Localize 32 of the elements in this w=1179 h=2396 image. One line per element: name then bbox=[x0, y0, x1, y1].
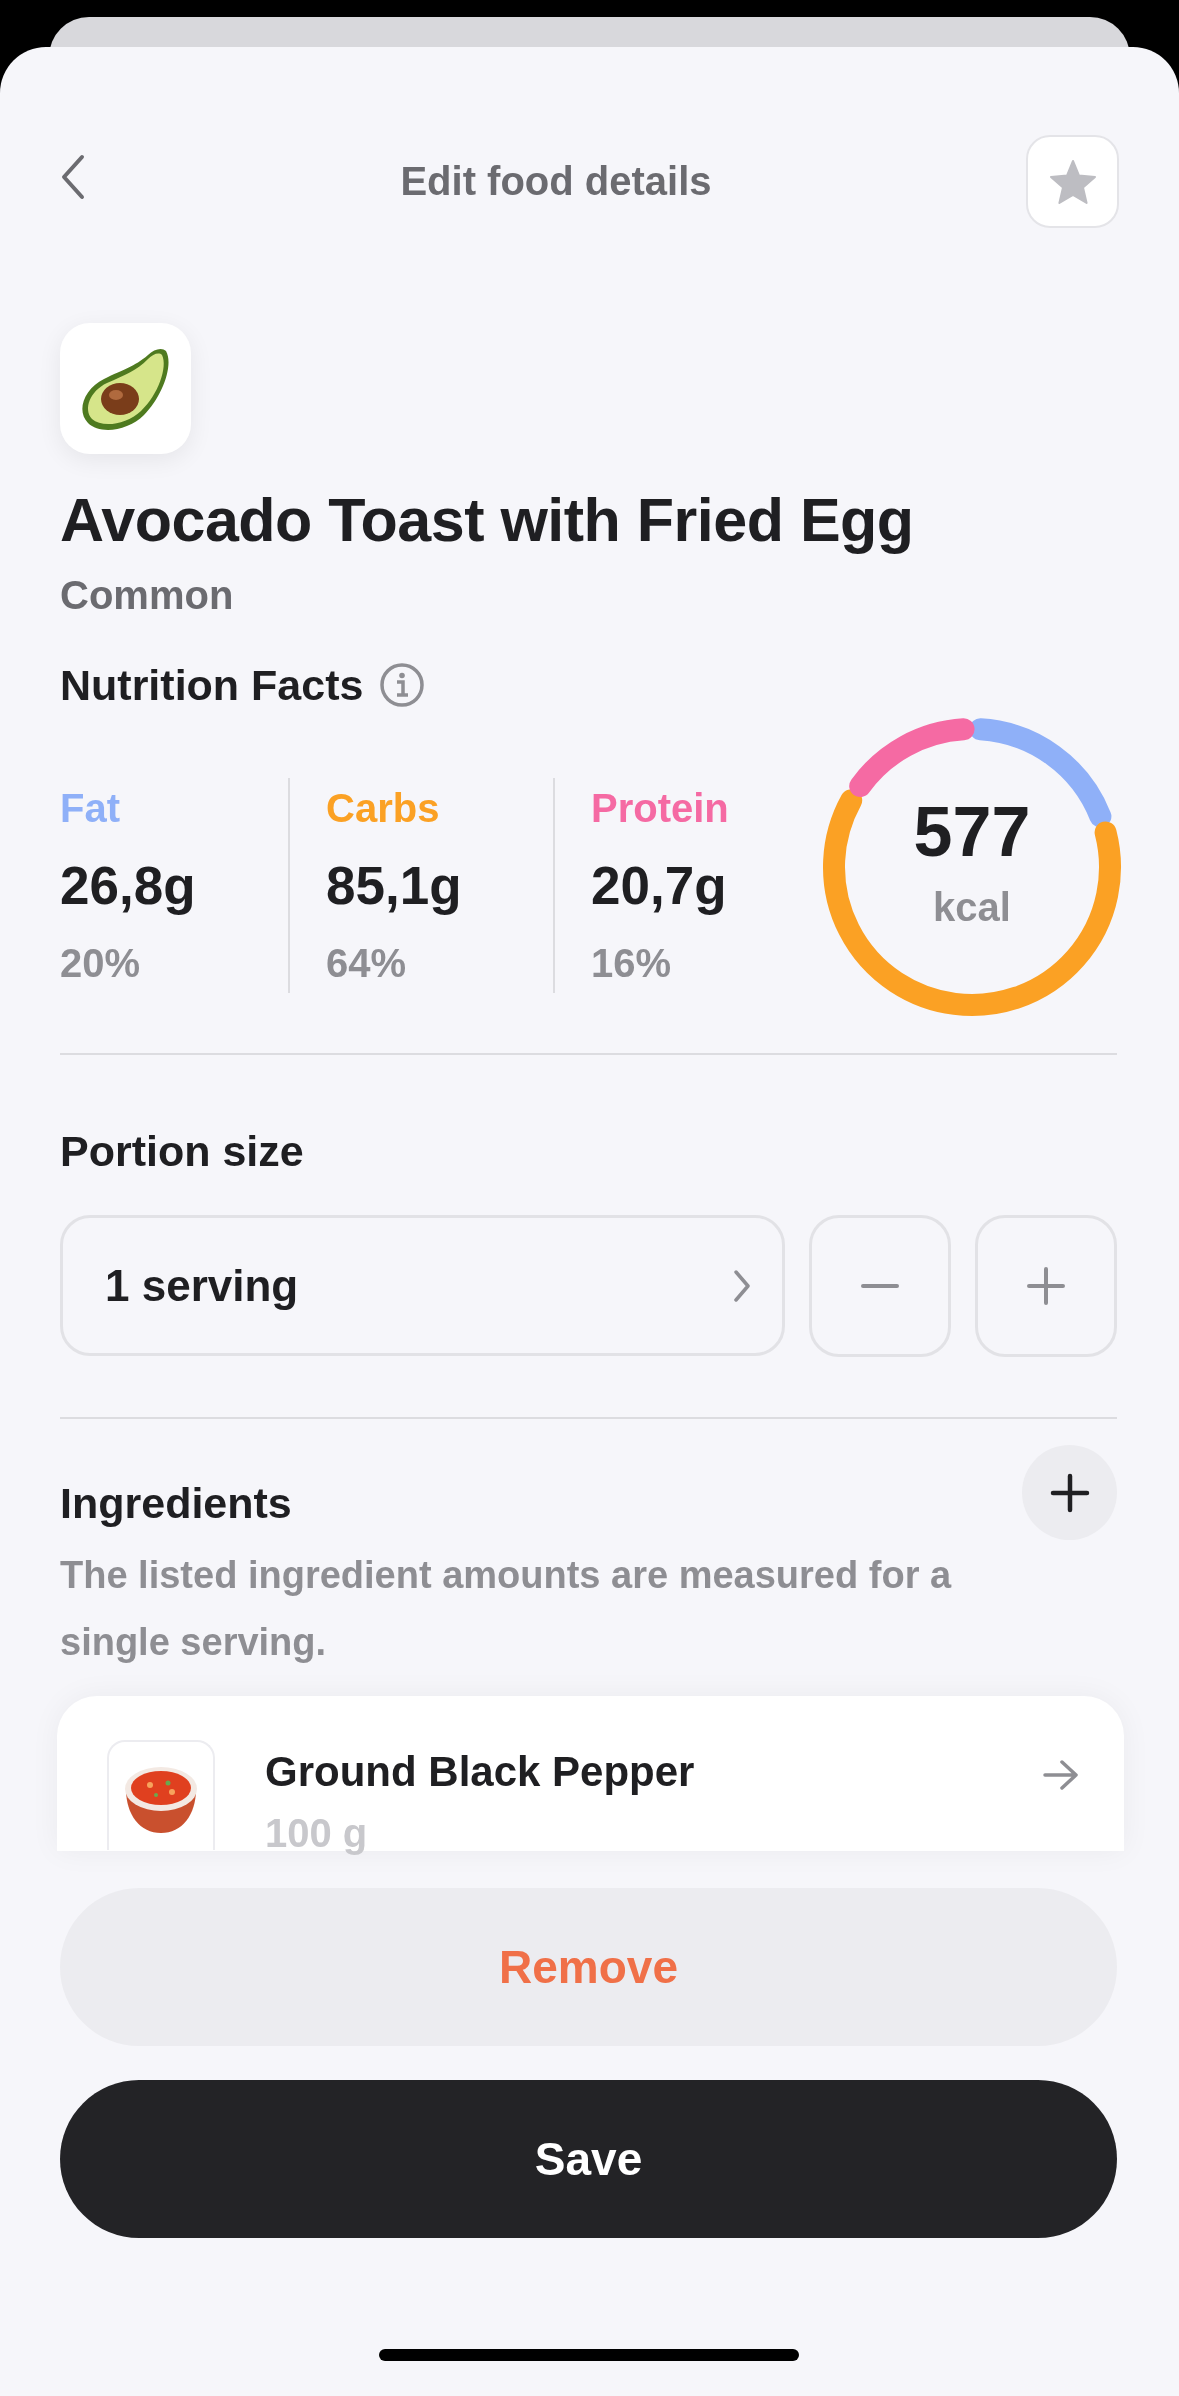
screen-title: Edit food details bbox=[400, 158, 712, 205]
ingredient-name: Ground Black Pepper bbox=[265, 1747, 696, 1798]
macro-percent: 16% bbox=[591, 940, 673, 988]
macro-label: Carbs bbox=[326, 784, 441, 832]
favorite-button[interactable] bbox=[1026, 135, 1119, 228]
chevron-right-icon bbox=[732, 1267, 752, 1304]
section-title: Portion size bbox=[60, 1125, 305, 1177]
section-title: Nutrition Facts bbox=[60, 660, 364, 712]
ingredients-note: The listed ingredient amounts are measured for a single serving. bbox=[60, 1553, 953, 1666]
info-icon bbox=[379, 662, 426, 709]
macro-percent: 20% bbox=[60, 940, 142, 988]
back-icon bbox=[60, 154, 86, 200]
calories-unit: kcal bbox=[933, 883, 1011, 931]
macro-amount: 26,8g bbox=[60, 854, 197, 917]
macro-label: Fat bbox=[60, 784, 121, 832]
decrease-button[interactable] bbox=[809, 1215, 951, 1358]
calories-value: 577 bbox=[913, 796, 1031, 867]
macro-percent: 64% bbox=[326, 940, 408, 988]
back-button[interactable] bbox=[60, 154, 86, 200]
food-category: Common bbox=[60, 572, 235, 620]
section-title: Ingredients bbox=[60, 1478, 292, 1530]
save-button[interactable]: Save bbox=[60, 2080, 1117, 2239]
macro-label: Protein bbox=[591, 784, 730, 832]
macro-amount: 20,7g bbox=[591, 854, 728, 917]
plus-icon bbox=[1027, 1267, 1065, 1306]
portion-selector[interactable]: 1 serving bbox=[60, 1215, 785, 1357]
minus-icon bbox=[861, 1283, 899, 1290]
plus-icon bbox=[1049, 1472, 1090, 1513]
increase-button[interactable] bbox=[975, 1215, 1117, 1358]
macro-amount: 85,1g bbox=[326, 854, 463, 917]
food-name: Avocado Toast with Fried Egg bbox=[60, 485, 915, 556]
arrow-right-icon bbox=[1042, 1758, 1080, 1793]
